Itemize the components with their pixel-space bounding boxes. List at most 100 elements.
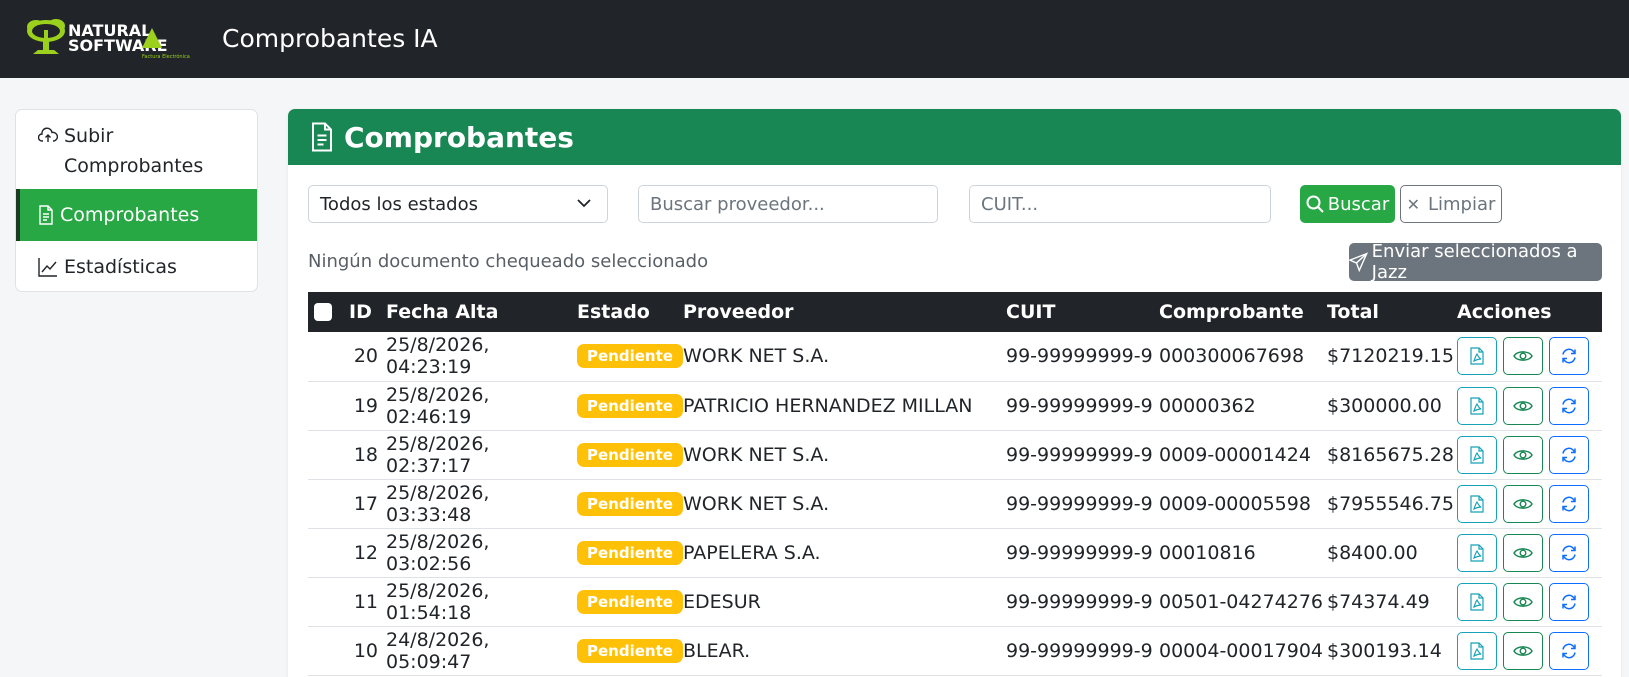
- status-badge: Pendiente: [577, 540, 683, 565]
- proveedor-placeholder: Buscar proveedor...: [650, 193, 825, 215]
- reprocess-button[interactable]: [1549, 484, 1589, 523]
- row-actions-cell: [1457, 332, 1602, 381]
- eye-icon: [1513, 449, 1533, 460]
- view-details-button[interactable]: [1503, 386, 1543, 425]
- row-actions-cell: [1457, 479, 1602, 528]
- row-cuit: 99-99999999-9: [1006, 345, 1153, 368]
- row-cuit: 99-99999999-9: [1006, 492, 1153, 515]
- buscar-label: Buscar: [1327, 193, 1390, 215]
- file-pdf-icon: [1470, 396, 1484, 415]
- file-pdf-icon: [1470, 494, 1484, 513]
- enviar-jazz-label: Enviar seleccionados a Jazz: [1371, 241, 1578, 283]
- view-pdf-button[interactable]: [1457, 631, 1497, 670]
- row-fecha: 24/8/2026, 05:09:47: [386, 628, 490, 673]
- refresh-icon: [1562, 594, 1576, 609]
- row-actions: [1457, 337, 1602, 376]
- col-header-proveedor[interactable]: Proveedor: [683, 292, 1006, 332]
- refresh-icon: [1562, 643, 1576, 658]
- table-row[interactable]: 19 25/8/2026, 02:46:19 Pendiente PATRICI…: [308, 381, 1602, 430]
- reprocess-button[interactable]: [1549, 533, 1589, 572]
- row-cuit: 99-99999999-9: [1006, 443, 1153, 466]
- row-total: $74374.49: [1327, 590, 1430, 613]
- reprocess-button[interactable]: [1549, 582, 1589, 621]
- row-proveedor: WORK NET S.A.: [683, 443, 830, 466]
- view-details-button[interactable]: [1503, 631, 1543, 670]
- app-title: Comprobantes IA: [222, 24, 438, 53]
- col-header-id[interactable]: ID: [349, 292, 382, 332]
- view-pdf-button[interactable]: [1457, 337, 1497, 376]
- status-badge: Pendiente: [577, 589, 683, 614]
- sidebar-item-label: Comprobantes: [60, 204, 200, 226]
- col-header-total[interactable]: Total: [1327, 292, 1457, 332]
- view-pdf-button[interactable]: [1457, 435, 1497, 474]
- send-icon: [1349, 252, 1368, 272]
- cuit-input[interactable]: CUIT...: [969, 185, 1271, 223]
- table-row[interactable]: 18 25/8/2026, 02:37:17 Pendiente WORK NE…: [308, 430, 1602, 479]
- col-header-cuit[interactable]: CUIT: [1006, 292, 1159, 332]
- table-row[interactable]: 10 24/8/2026, 05:09:47 Pendiente BLEAR. …: [308, 626, 1602, 675]
- file-text-icon: [39, 205, 53, 225]
- row-proveedor: WORK NET S.A.: [683, 492, 830, 515]
- view-details-button[interactable]: [1503, 484, 1543, 523]
- buscar-button[interactable]: Buscar: [1300, 185, 1395, 223]
- col-header-comprobante[interactable]: Comprobante: [1159, 292, 1327, 332]
- table-row[interactable]: 17 25/8/2026, 03:33:48 Pendiente WORK NE…: [308, 479, 1602, 528]
- table-row[interactable]: 20 25/8/2026, 04:23:19 Pendiente WORK NE…: [308, 332, 1602, 381]
- row-cuit: 99-99999999-9: [1006, 639, 1153, 662]
- row-check-cell: [308, 332, 349, 381]
- reprocess-button[interactable]: [1549, 337, 1589, 376]
- view-pdf-button[interactable]: [1457, 582, 1497, 621]
- row-total: $300193.14: [1327, 639, 1442, 662]
- file-pdf-icon: [1470, 543, 1484, 562]
- row-fecha: 25/8/2026, 03:33:48: [386, 481, 490, 526]
- row-actions-cell: [1457, 381, 1602, 430]
- view-pdf-button[interactable]: [1457, 533, 1497, 572]
- table-row[interactable]: 11 25/8/2026, 01:54:18 Pendiente EDESUR …: [308, 577, 1602, 626]
- col-header-estado[interactable]: Estado: [577, 292, 683, 332]
- sidebar-item-estadisticas[interactable]: Estadísticas: [16, 241, 257, 291]
- row-proveedor: WORK NET S.A.: [683, 345, 830, 368]
- row-cuit: 99-99999999-9: [1006, 541, 1153, 564]
- proveedor-search-input[interactable]: Buscar proveedor...: [638, 185, 938, 223]
- line-chart-icon: [38, 258, 57, 277]
- row-actions: [1457, 386, 1602, 425]
- sidebar-item-comprobantes[interactable]: Comprobantes: [16, 189, 257, 241]
- estado-select[interactable]: Todos los estados: [308, 185, 608, 223]
- row-comprobante: 0009-00001424: [1159, 443, 1311, 466]
- row-actions: [1457, 435, 1602, 474]
- file-pdf-icon: [1470, 641, 1484, 660]
- row-check-cell: [308, 528, 349, 577]
- row-comprobante: 00000362: [1159, 394, 1256, 417]
- col-header-fecha[interactable]: Fecha Alta: [382, 292, 577, 332]
- enviar-jazz-button[interactable]: Enviar seleccionados a Jazz: [1349, 241, 1602, 283]
- limpiar-button[interactable]: ✕ Limpiar: [1400, 185, 1502, 223]
- eye-icon: [1513, 596, 1533, 607]
- select-all-checkbox[interactable]: [314, 302, 332, 321]
- view-details-button[interactable]: [1503, 337, 1543, 376]
- row-actions: [1457, 582, 1602, 621]
- table-row[interactable]: 12 25/8/2026, 03:02:56 Pendiente PAPELER…: [308, 528, 1602, 577]
- refresh-icon: [1562, 447, 1576, 462]
- view-details-button[interactable]: [1503, 435, 1543, 474]
- view-details-button[interactable]: [1503, 533, 1543, 572]
- row-total: $8165675.28: [1327, 443, 1454, 466]
- view-details-button[interactable]: [1503, 582, 1543, 621]
- row-cuit: 99-99999999-9: [1006, 590, 1153, 613]
- reprocess-button[interactable]: [1549, 386, 1589, 425]
- natural-software-logo[interactable]: NATURAL SOFTWARE Factura Electrónica: [24, 14, 204, 60]
- row-total: $300000.00: [1327, 394, 1442, 417]
- row-estado-cell: Pendiente: [577, 381, 683, 430]
- status-badge: Pendiente: [577, 638, 683, 663]
- row-comprobante: 000300067698: [1159, 345, 1305, 368]
- row-estado-cell: Pendiente: [577, 577, 683, 626]
- row-actions-cell: [1457, 430, 1602, 479]
- status-badge: Pendiente: [577, 491, 683, 516]
- view-pdf-button[interactable]: [1457, 386, 1497, 425]
- row-total: $8400.00: [1327, 541, 1418, 564]
- row-estado-cell: Pendiente: [577, 528, 683, 577]
- reprocess-button[interactable]: [1549, 631, 1589, 670]
- view-pdf-button[interactable]: [1457, 484, 1497, 523]
- card-header: Comprobantes: [288, 109, 1621, 165]
- row-comprobante: 00004-00017904: [1159, 639, 1324, 662]
- reprocess-button[interactable]: [1549, 435, 1589, 474]
